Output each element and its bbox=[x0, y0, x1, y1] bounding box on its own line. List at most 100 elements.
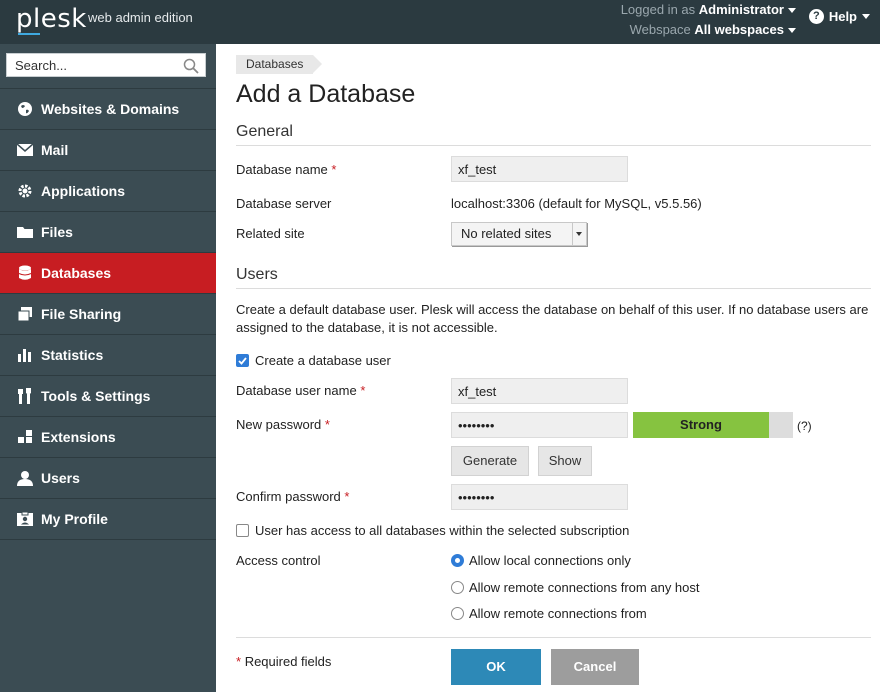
sidebar-item-applications[interactable]: Applications bbox=[0, 171, 216, 212]
access-option-any-host[interactable]: Allow remote connections from any host bbox=[451, 580, 700, 595]
ok-button[interactable]: OK bbox=[451, 649, 541, 685]
webspace-selector[interactable]: All webspaces bbox=[694, 22, 784, 37]
general-section-heading: General bbox=[236, 123, 871, 146]
confirm-password-field[interactable] bbox=[451, 484, 628, 510]
db-name-input[interactable] bbox=[458, 157, 627, 181]
all-db-access-checkbox[interactable] bbox=[236, 524, 249, 537]
sidebar-item-files[interactable]: Files bbox=[0, 212, 216, 253]
all-db-access-row[interactable]: User has access to all databases within … bbox=[236, 523, 629, 538]
sidebar-item-label: Mail bbox=[41, 142, 69, 158]
cancel-button[interactable]: Cancel bbox=[551, 649, 639, 685]
sidebar-item-label: Files bbox=[41, 224, 73, 240]
users-section-heading: Users bbox=[236, 266, 871, 289]
breadcrumb[interactable]: Databases bbox=[236, 55, 323, 74]
chevron-down-icon[interactable] bbox=[572, 223, 586, 245]
sidebar-item-label: File Sharing bbox=[41, 306, 122, 322]
webspace-label: Webspace bbox=[629, 22, 691, 37]
access-from-radio[interactable] bbox=[451, 607, 464, 620]
confirm-password-label: Confirm password * bbox=[236, 489, 350, 504]
sidebar-item-databases[interactable]: Databases bbox=[0, 253, 216, 294]
envelope-icon bbox=[16, 141, 34, 159]
db-name-field[interactable] bbox=[451, 156, 628, 182]
chevron-down-icon[interactable] bbox=[788, 28, 796, 34]
logged-in-label: Logged in as bbox=[620, 2, 696, 17]
access-control-label: Access control bbox=[236, 553, 321, 568]
sidebar-item-label: Applications bbox=[41, 183, 126, 199]
database-icon bbox=[16, 264, 34, 282]
sidebar-item-statistics[interactable]: Statistics bbox=[0, 335, 216, 376]
create-user-label[interactable]: Create a database user bbox=[255, 353, 391, 368]
sidebar: Websites & Domains Mail Applications Fil… bbox=[0, 44, 216, 692]
sidebar-item-extensions[interactable]: Extensions bbox=[0, 417, 216, 458]
show-password-button[interactable]: Show bbox=[538, 446, 592, 476]
related-site-label: Related site bbox=[236, 226, 305, 241]
access-option-local[interactable]: Allow local connections only bbox=[451, 553, 631, 568]
page-title: Add a Database bbox=[236, 80, 416, 108]
db-user-name-field[interactable] bbox=[451, 378, 628, 404]
access-any-host-radio[interactable] bbox=[451, 581, 464, 594]
search-input[interactable] bbox=[7, 54, 177, 76]
access-from-label[interactable]: Allow remote connections from bbox=[469, 606, 647, 621]
sidebar-search bbox=[0, 44, 216, 89]
webspace-row[interactable]: Webspace All webspaces bbox=[621, 20, 796, 40]
password-help-link[interactable]: (?) bbox=[797, 419, 812, 433]
account-area: Logged in as Administrator Webspace All … bbox=[621, 0, 796, 40]
search-box[interactable] bbox=[6, 53, 206, 77]
sidebar-item-label: Statistics bbox=[41, 347, 104, 363]
chevron-down-icon[interactable] bbox=[788, 8, 796, 14]
sidebar-item-label: Tools & Settings bbox=[41, 388, 151, 404]
globe-icon bbox=[16, 100, 34, 118]
sidebar-item-my-profile[interactable]: My Profile bbox=[0, 499, 216, 540]
sidebar-item-label: Users bbox=[41, 470, 80, 486]
bar-chart-icon bbox=[16, 346, 34, 364]
access-local-label[interactable]: Allow local connections only bbox=[469, 553, 631, 568]
create-user-checkbox[interactable] bbox=[236, 354, 249, 367]
db-server-label: Database server bbox=[236, 196, 332, 211]
generate-password-button[interactable]: Generate bbox=[451, 446, 529, 476]
chevron-down-icon[interactable] bbox=[862, 14, 870, 19]
password-strength-fill: Strong bbox=[633, 412, 769, 438]
user-icon bbox=[16, 469, 34, 487]
sidebar-item-mail[interactable]: Mail bbox=[0, 130, 216, 171]
sidebar-item-websites-domains[interactable]: Websites & Domains bbox=[0, 89, 216, 130]
top-bar: plesk web admin edition Logged in as Adm… bbox=[0, 0, 880, 44]
db-server-value: localhost:3306 (default for MySQL, v5.5.… bbox=[451, 196, 702, 211]
related-site-select[interactable]: No related sites bbox=[451, 222, 587, 246]
sidebar-item-tools-settings[interactable]: Tools & Settings bbox=[0, 376, 216, 417]
new-password-field[interactable] bbox=[451, 412, 628, 438]
related-site-value: No related sites bbox=[461, 226, 552, 241]
sidebar-item-users[interactable]: Users bbox=[0, 458, 216, 499]
confirm-password-input[interactable] bbox=[458, 485, 627, 509]
create-user-row[interactable]: Create a database user bbox=[236, 353, 391, 368]
sidebar-item-label: Websites & Domains bbox=[41, 101, 180, 117]
logged-in-user[interactable]: Administrator bbox=[699, 2, 784, 17]
form-footer-divider bbox=[236, 637, 871, 638]
logged-in-row[interactable]: Logged in as Administrator bbox=[621, 0, 796, 20]
search-icon[interactable] bbox=[183, 58, 199, 74]
db-user-name-label: Database user name * bbox=[236, 383, 366, 398]
db-name-label: Database name * bbox=[236, 162, 337, 177]
sidebar-item-file-sharing[interactable]: File Sharing bbox=[0, 294, 216, 335]
folder-icon bbox=[16, 223, 34, 241]
users-description: Create a default database user. Plesk wi… bbox=[236, 302, 869, 335]
db-user-name-input[interactable] bbox=[458, 379, 627, 403]
sidebar-nav: Websites & Domains Mail Applications Fil… bbox=[0, 89, 216, 540]
profile-card-icon bbox=[16, 510, 34, 528]
help-label[interactable]: Help bbox=[829, 9, 857, 24]
access-any-host-label[interactable]: Allow remote connections from any host bbox=[469, 580, 700, 595]
tools-icon bbox=[16, 387, 34, 405]
extensions-icon bbox=[16, 428, 34, 446]
access-option-from[interactable]: Allow remote connections from bbox=[451, 606, 647, 621]
access-local-radio[interactable] bbox=[451, 554, 464, 567]
new-password-input[interactable] bbox=[458, 413, 627, 437]
plesk-logo[interactable]: plesk bbox=[16, 4, 87, 34]
help-menu[interactable]: ? Help bbox=[808, 9, 870, 24]
edition-label: web admin edition bbox=[88, 10, 193, 25]
sidebar-item-label: Databases bbox=[41, 265, 112, 281]
checkmark-icon bbox=[238, 356, 247, 365]
help-icon: ? bbox=[808, 9, 824, 24]
required-fields-note: * Required fields bbox=[236, 654, 332, 669]
logo-accent bbox=[18, 33, 40, 35]
new-password-label: New password * bbox=[236, 417, 330, 432]
all-db-access-label[interactable]: User has access to all databases within … bbox=[255, 523, 629, 538]
